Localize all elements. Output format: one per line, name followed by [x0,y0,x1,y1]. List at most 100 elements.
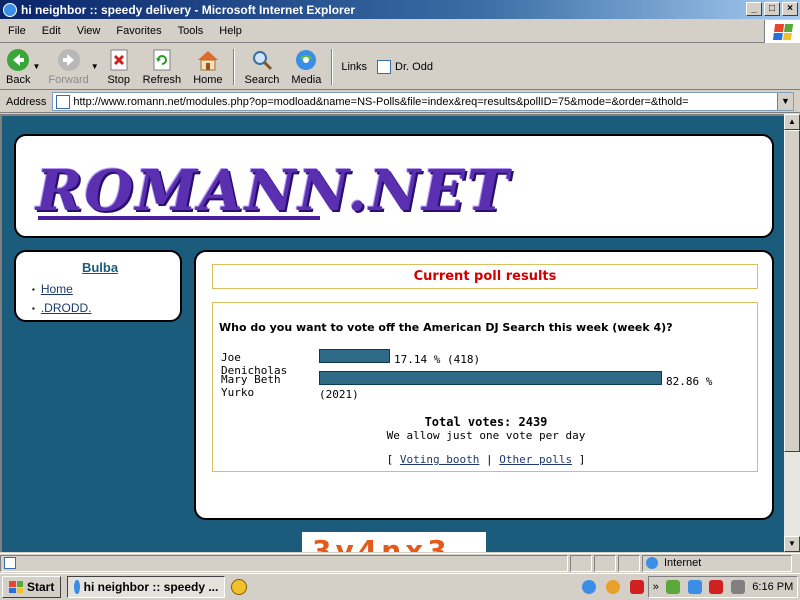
option-name: Mary Beth Yurko [221,373,281,399]
quicklaunch-media-icon[interactable] [603,577,623,597]
other-polls-link[interactable]: Other polls [499,453,572,466]
page-icon [56,94,71,109]
tray-app-icon[interactable] [666,580,681,594]
option-result-percent: 82.86 % [666,375,713,388]
scroll-up-icon[interactable]: ▲ [784,114,800,130]
sidebar-title[interactable]: Bulba [16,260,184,275]
link-dr-odd[interactable]: Dr. Odd [377,59,433,74]
quicklaunch-app-icon[interactable] [229,577,249,597]
sidebar-link-home[interactable]: Home [41,282,73,296]
total-votes: Total votes: 2439 [424,415,548,429]
quicklaunch-ie-icon[interactable] [579,577,599,597]
stop-label: Stop [107,73,130,86]
forward-label: Forward [48,73,89,86]
poll-links: [ Voting booth | Other polls ] [213,453,759,466]
stop-button[interactable]: Stop [101,45,137,89]
poll-results-box: Who do you want to vote off the American… [212,302,758,472]
voting-booth-link[interactable]: Voting booth [400,453,479,466]
quicklaunch-app2-icon[interactable] [627,577,647,597]
tray-network-icon[interactable] [687,580,702,594]
back-dropdown-icon[interactable]: ▼ [32,62,40,71]
scroll-down-icon[interactable]: ▼ [784,536,800,552]
status-segment [570,554,592,572]
poll-question: Who do you want to vote off the American… [219,321,673,334]
refresh-icon [153,49,171,70]
scroll-thumb[interactable] [784,130,800,452]
header-panel: ROMANN.NET [14,134,774,238]
address-label: Address [6,95,47,108]
status-bar: Internet [0,553,800,572]
status-segment [618,554,640,572]
menu-help[interactable]: Help [211,25,250,37]
links-bar: Links Dr. Odd [341,59,433,74]
vertical-scrollbar[interactable]: ▲ ▼ [784,114,800,552]
result-bar [319,371,662,385]
option-result: 17.14 % (418) [394,353,481,366]
link-separator: | [486,453,493,466]
sidebar-list: Home .DRODD. [32,282,92,320]
media-icon [296,49,317,70]
bracket-close: ] [578,453,586,466]
menu-file[interactable]: File [0,25,34,37]
tray-expand-icon[interactable]: » [653,581,659,593]
logo-underline [38,216,320,220]
start-button[interactable]: Start [2,576,62,598]
back-label: Back [6,73,31,86]
refresh-button[interactable]: Refresh [137,45,188,89]
menu-edit[interactable]: Edit [34,25,69,37]
page-icon [377,59,392,74]
status-text-segment [0,554,568,572]
zone-segment: Internet [642,554,792,572]
maximize-button[interactable]: □ [764,2,780,16]
forward-dropdown-icon[interactable]: ▼ [91,62,99,71]
menu-favorites[interactable]: Favorites [108,25,169,37]
media-label: Media [291,73,322,86]
media-button[interactable]: Media [285,45,327,89]
forward-arrow-icon [57,48,80,71]
search-label: Search [244,73,280,86]
sidebar-item-drodd: .DRODD. [32,301,92,315]
page-status-icon [4,557,16,569]
back-arrow-icon [7,48,30,71]
address-dropdown-icon[interactable]: ▼ [777,93,793,110]
menu-bar: File Edit View Favorites Tools Help [0,20,800,43]
poll-panel: Current poll results Who do you want to … [194,250,774,520]
window-controls: _ □ × [746,2,798,16]
sidebar-item-home: Home [32,282,92,296]
sidebar-panel: Bulba Home .DRODD. [14,250,182,322]
windows-logo-icon [9,581,23,593]
banner-text: 3v4nx3 7 [312,534,451,552]
search-button[interactable]: Search [239,45,286,89]
status-segment [594,554,616,572]
toolbar-separator [232,48,235,85]
sidebar-link-drodd[interactable]: .DRODD. [41,301,92,315]
search-icon [252,50,273,70]
taskbar: Start hi neighbor :: speedy ... » 6:16 P… [0,573,800,600]
minimize-button[interactable]: _ [746,2,762,16]
window-title: hi neighbor :: speedy delivery - Microso… [21,2,356,17]
address-url[interactable]: http://www.romann.net/modules.php?op=mod… [73,96,777,108]
refresh-label: Refresh [142,73,182,86]
forward-button[interactable]: Forward [42,45,94,89]
home-button[interactable]: Home [187,45,228,89]
tray-volume-icon[interactable] [730,580,745,594]
tray-disconnect-icon[interactable] [709,580,724,594]
address-input[interactable]: http://www.romann.net/modules.php?op=mod… [52,92,794,111]
toolbar-separator [331,48,334,85]
clock: 6:16 PM [752,581,794,593]
stop-icon [110,49,128,70]
menu-view[interactable]: View [69,25,109,37]
banner-image[interactable]: 3v4nx3 7 [302,532,486,552]
close-button[interactable]: × [782,2,798,16]
menu-tools[interactable]: Tools [170,25,212,37]
home-label: Home [193,73,223,86]
poll-heading: Current poll results [413,269,557,284]
bracket-open: [ [386,453,394,466]
taskbar-task-ie[interactable]: hi neighbor :: speedy ... [67,576,226,598]
ie-icon [74,580,80,594]
site-logo: ROMANN.NET [36,158,511,224]
link-dr-odd-label: Dr. Odd [395,60,433,73]
back-button[interactable]: Back [0,45,36,89]
windows-logo-icon [764,20,800,43]
system-tray: » 6:16 PM [648,576,798,598]
